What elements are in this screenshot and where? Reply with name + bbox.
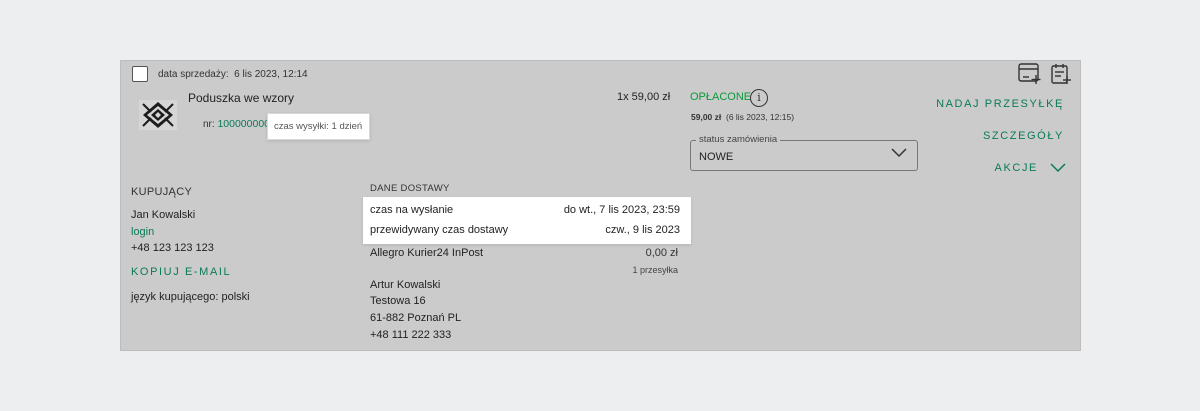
carrier-price: 0,00 zł <box>645 247 678 259</box>
expected-delivery-label: przewidywany czas dostawy <box>370 224 509 236</box>
delivery-times-box: czas na wysłanie do wt., 7 lis 2023, 23:… <box>363 197 691 244</box>
address-line: +48 111 222 333 <box>370 329 452 341</box>
shipping-time-tooltip: czas wysyłki: 1 dzień <box>267 113 370 140</box>
sale-date-value: 6 lis 2023, 12:14 <box>234 69 308 80</box>
shipment-count: 1 przesyłka <box>632 265 678 275</box>
address-line: 61-882 Poznań PL <box>370 312 462 324</box>
delivery-header: DANE DOSTAWY <box>370 183 450 194</box>
send-by-label: czas na wysłanie <box>370 204 454 216</box>
paid-date: (6 lis 2023, 12:15) <box>725 112 795 122</box>
product-name[interactable]: Poduszka we wzory <box>188 91 294 105</box>
paid-amount-value: 59,00 zł <box>691 112 722 122</box>
buyer-name: Jan Kowalski <box>131 209 196 221</box>
order-select-checkbox[interactable] <box>132 66 148 82</box>
send-by-value: do wt., 7 lis 2023, 23:59 <box>563 204 680 216</box>
actions-menu-button[interactable]: AKCJE <box>995 162 1038 174</box>
buyer-phone: +48 123 123 123 <box>131 242 214 254</box>
order-status-value: NOWE <box>699 151 734 163</box>
address-line: Testowa 16 <box>370 295 426 307</box>
payment-status: OPŁACONE <box>690 91 752 103</box>
buyer-language: język kupującego: polski <box>131 291 250 303</box>
order-card: data sprzedaży: 6 lis 2023, 12:14 Podusz… <box>120 60 1081 351</box>
invoice-add-icon[interactable] <box>1018 63 1042 85</box>
product-thumbnail[interactable] <box>139 100 177 130</box>
order-status-legend: status zamówienia <box>696 134 781 145</box>
carrier-name: Allegro Kurier24 InPost <box>370 247 484 259</box>
sale-date: data sprzedaży: 6 lis 2023, 12:14 <box>158 69 308 80</box>
copy-email-button[interactable]: KOPIUJ E-MAIL <box>131 266 231 278</box>
quantity-price: 1x 59,00 zł <box>617 91 671 103</box>
chevron-down-icon[interactable] <box>1050 163 1066 173</box>
sale-date-label: data sprzedaży: <box>158 69 229 80</box>
order-number-label: nr: <box>203 119 215 130</box>
paid-amount: 59,00 zł (6 lis 2023, 12:15) <box>691 112 794 122</box>
note-add-icon[interactable] <box>1050 63 1072 85</box>
order-status-select[interactable]: status zamówienia NOWE <box>690 134 918 171</box>
chevron-down-icon <box>891 148 907 158</box>
expected-delivery-value: czw., 9 lis 2023 <box>605 224 680 236</box>
address-line: Artur Kowalski <box>370 279 441 291</box>
info-icon[interactable]: i <box>750 89 768 107</box>
buyer-login-link[interactable]: login <box>131 226 154 238</box>
ship-parcel-button[interactable]: NADAJ PRZESYŁKĘ <box>936 98 1064 110</box>
buyer-header: KUPUJĄCY <box>131 186 193 198</box>
details-button[interactable]: SZCZEGÓŁY <box>983 130 1064 142</box>
